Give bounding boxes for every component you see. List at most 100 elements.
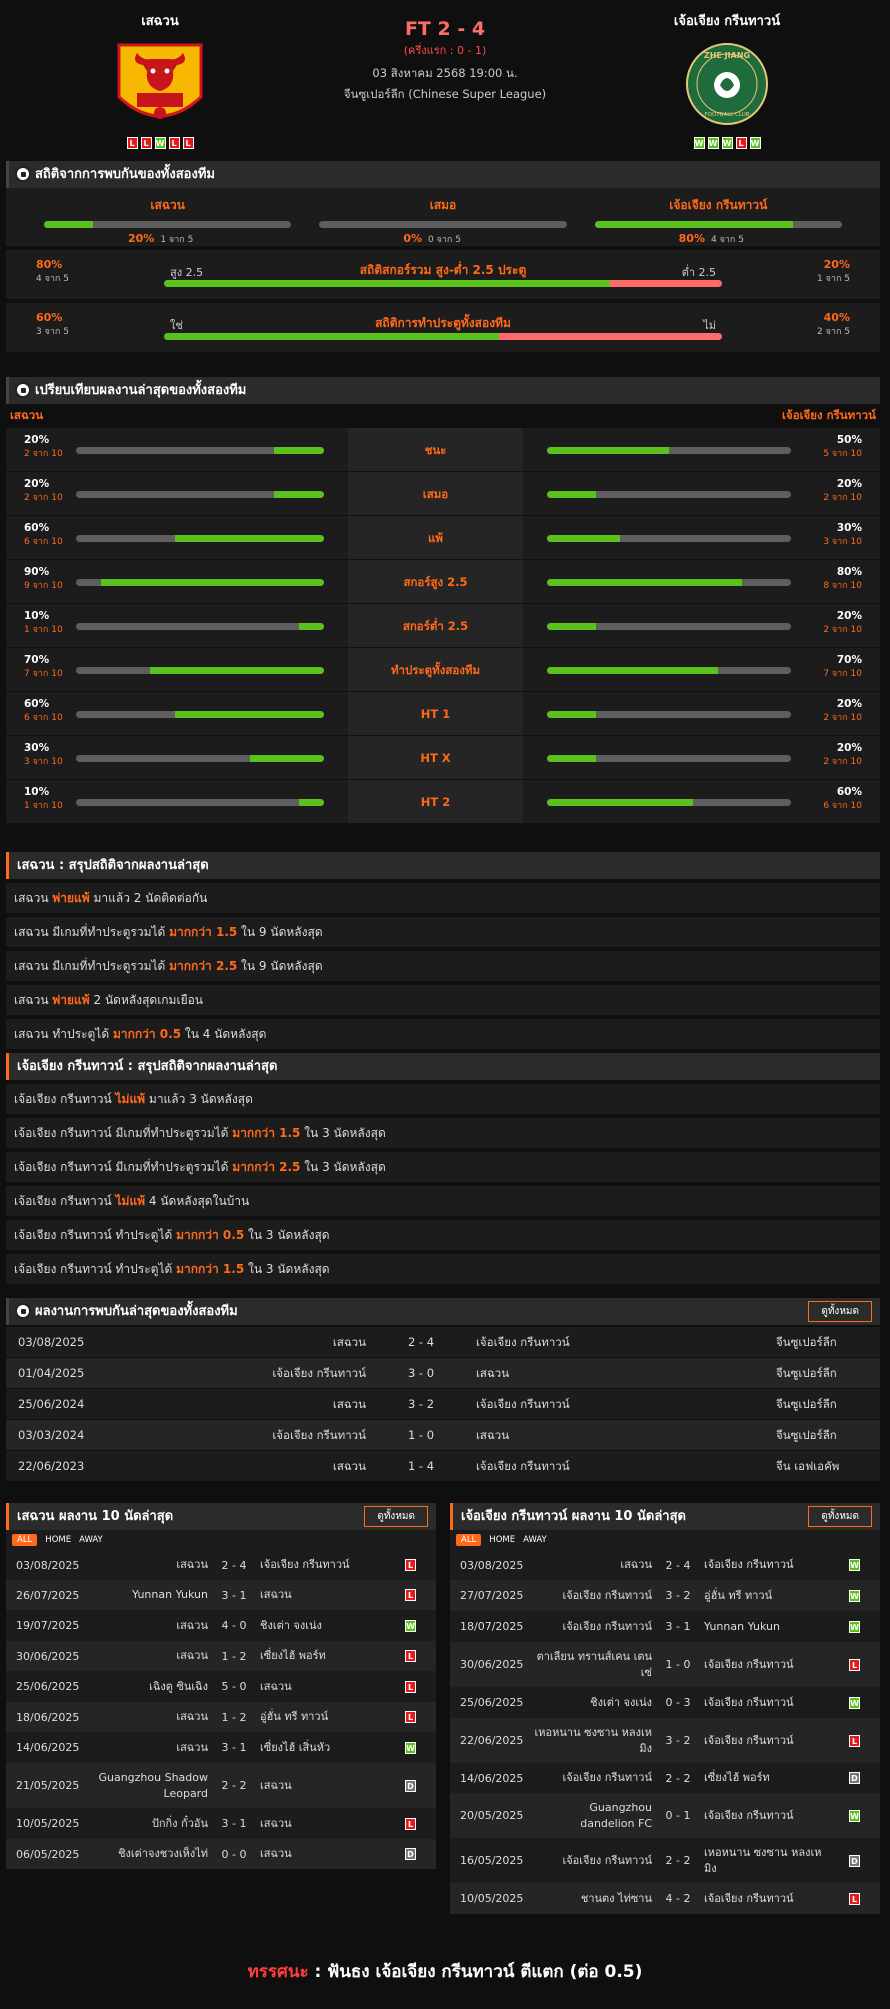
result-row[interactable]: 25/06/2025 เฉิงตู ซินเฉิง 5 - 0 เสฉวน L (6, 1671, 436, 1702)
result-away: เหอหนาน ซงซาน หลงเหมิง (704, 1846, 822, 1875)
result-home: ชานตง ไท่ซาน (580, 1891, 652, 1905)
filter-tabs: ALL HOME AWAY (6, 1530, 436, 1550)
result-row[interactable]: 14/06/2025 เสฉวน 3 - 1 เซี่ยงไฮ้ เสิ่นหัว W (6, 1732, 436, 1763)
away-stat-bar (523, 560, 795, 603)
view-all-button[interactable]: ดูทั้งหมด (808, 1506, 872, 1527)
result-row[interactable]: 25/06/2025 ชิงเต่า จงเน่ง 0 - 3 เจ้อเจียง ก… (450, 1687, 880, 1718)
home-bar-track (76, 755, 324, 762)
home-bar-fill (274, 491, 324, 498)
compare-row: 30% 3 จาก 10 HT X 20% 2 จาก 10 (6, 736, 880, 780)
result-home: ชิงเต่าจงชวงเห็งไท่ (118, 1847, 208, 1861)
result-score: 5 - 0 (221, 1680, 247, 1693)
view-all-button[interactable]: ดูทั้งหมด (808, 1301, 872, 1322)
meeting-date: 03/08/2025 (18, 1335, 85, 1349)
meeting-date: 01/04/2025 (18, 1366, 85, 1380)
home-stat-value: 10% 1 จาก 10 (6, 780, 76, 823)
result-row[interactable]: 22/06/2025 เหอหนาน ซงซาน หลงเหมิง 3 - 2 เจ้… (450, 1718, 880, 1763)
away-stat-value: 50% 5 จาก 10 (795, 428, 880, 471)
away-bar-track (547, 535, 791, 542)
meeting-home: เสฉวน (332, 1397, 366, 1411)
result-row[interactable]: 26/07/2025 Yunnan Yukun 3 - 1 เสฉวน L (6, 1580, 436, 1610)
summary-row: เสฉวน มีเกมที่ทำประตูรวมได้ มากกว่า 2.5 … (6, 951, 880, 981)
away-team-logo: ZHE JIANG FOOTBALL CLUB (684, 41, 770, 127)
home-bar-track (76, 579, 324, 586)
home-stat-bar (76, 604, 348, 647)
result-row[interactable]: 30/06/2025 เสฉวน 1 - 2 เซี่ยงไฮ้ พอร์ท L (6, 1641, 436, 1671)
tab-all[interactable]: ALL (12, 1534, 38, 1546)
away-team[interactable]: เจ้อเจียง กรีนทาวน์ ZHE JIANG FOOTBALL C… (627, 10, 827, 149)
home-last10-table: 03/08/2025 เสฉวน 2 - 4 เจ้อเจียง กรีนทาวน์ L… (6, 1550, 436, 1869)
meeting-row[interactable]: 03/03/2024 เจ้อเจียง กรีนทาวน์ 1 - 0 เสฉวน จ… (6, 1420, 880, 1450)
home-bar-track (76, 711, 324, 718)
result-score: 1 - 2 (221, 1649, 247, 1663)
home-stat-value: 60% 6 จาก 10 (6, 516, 76, 559)
result-row[interactable]: 16/05/2025 เจ้อเจียง กรีนทาวน์ 2 - 2 เหอหนา… (450, 1838, 880, 1883)
home-bar-fill (175, 711, 324, 718)
result-home: เสฉวน (176, 1618, 208, 1632)
result-row[interactable]: 30/06/2025 ตาเลียน ทรานส์เคน เตนเซ่ 1 - 0 เ… (450, 1642, 880, 1687)
home-stat-bar (76, 560, 348, 603)
meeting-row[interactable]: 22/06/2023 เสฉวน 1 - 4 เจ้อเจียง กรีนทาวน์ จ… (6, 1451, 880, 1481)
tab-home[interactable]: HOME (45, 1535, 71, 1545)
section-header: เสฉวน ผลงาน 10 นัดล่าสุด ดูทั้งหมด (6, 1503, 436, 1530)
result-date: 19/07/2025 (16, 1619, 80, 1632)
meeting-row[interactable]: 25/06/2024 เสฉวน 3 - 2 เจ้อเจียง กรีนทาวน์ จ… (6, 1389, 880, 1419)
away-summary-rows: เจ้อเจียง กรีนทาวน์ ไม่แพ้ มาแล้ว 3 นัดห… (6, 1084, 880, 1284)
tab-all[interactable]: ALL (456, 1534, 482, 1546)
result-away: เสฉวน (260, 1679, 292, 1693)
view-all-button[interactable]: ดูทั้งหมด (364, 1506, 428, 1527)
result-badge: W (405, 1741, 416, 1754)
away-stat-count: 2 จาก 10 (823, 713, 862, 723)
result-date: 27/07/2025 (460, 1589, 524, 1602)
result-home: เสฉวน (176, 1710, 208, 1724)
away-form-guide: WWWLW (627, 137, 827, 149)
result-badge: W (849, 1559, 860, 1571)
home-bar-track (76, 447, 324, 454)
result-row[interactable]: 10/05/2025 ชานตง ไท่ซาน 4 - 2 เจ้อเจียง กรี… (450, 1883, 880, 1914)
away-stat-value: 20% 2 จาก 10 (795, 604, 880, 647)
h2h-result-label: เจ้อเจียง กรีนทาวน์ (669, 198, 768, 212)
result-row[interactable]: 03/08/2025 เสฉวน 2 - 4 เจ้อเจียง กรีนทาวน์ W (450, 1550, 880, 1580)
result-row[interactable]: 20/05/2025 Guangzhou dandelion FC 0 - 1 เจ้… (450, 1793, 880, 1838)
result-row[interactable]: 14/06/2025 เจ้อเจียง กรีนทาวน์ 2 - 2 เซี่ยง… (450, 1763, 880, 1793)
away-bar-fill (547, 535, 621, 542)
summary-row: เจ้อเจียง กรีนทาวน์ ทำประตูได้ มากกว่า 1… (6, 1254, 880, 1284)
home-stat-count: 2 จาก 10 (24, 493, 63, 503)
result-row[interactable]: 18/07/2025 เจ้อเจียง กรีนทาวน์ 3 - 1 Yunnan… (450, 1611, 880, 1642)
home-stat-bar (76, 648, 348, 691)
result-row[interactable]: 03/08/2025 เสฉวน 2 - 4 เจ้อเจียง กรีนทาวน์ L (6, 1550, 436, 1580)
away-stat-bar (523, 736, 795, 779)
svg-text:FOOTBALL CLUB: FOOTBALL CLUB (704, 112, 749, 118)
away-stat-count: 7 จาก 10 (823, 669, 862, 679)
compare-row: 70% 7 จาก 10 ทำประตูทั้งสองทีม 70% 7 จาก 10 (6, 648, 880, 692)
meeting-date: 03/03/2024 (18, 1428, 85, 1442)
compare-row: 20% 2 จาก 10 ชนะ 50% 5 จาก 10 (6, 428, 880, 472)
section-header: เจ้อเจียง กรีนทาวน์ : สรุปสถิติจากผลงานล… (6, 1053, 880, 1080)
h2h-stats-section: สถิติจากการพบกันของทั้งสองทีม เสฉวน 20% 1 … (6, 161, 880, 352)
result-home: เสฉวน (620, 1558, 652, 1572)
result-date: 16/05/2025 (460, 1854, 524, 1867)
result-date: 26/07/2025 (16, 1588, 80, 1602)
meeting-score: 3 - 0 (407, 1366, 435, 1380)
result-row[interactable]: 21/05/2025 Guangzhou Shadow Leopard 2 - 2 เ… (6, 1763, 436, 1808)
league-name[interactable]: จีนซูเปอร์ลีก (Chinese Super League) (290, 86, 600, 104)
result-date: 14/06/2025 (460, 1771, 524, 1785)
result-row[interactable]: 19/07/2025 เสฉวน 4 - 0 ชิงเต่า จงเน่ง W (6, 1610, 436, 1641)
tab-home[interactable]: HOME (489, 1535, 515, 1545)
result-row[interactable]: 18/06/2025 เสฉวน 1 - 2 อู่ฮั่น ทรี ทาวน์ L (6, 1702, 436, 1732)
tab-away[interactable]: AWAY (79, 1535, 103, 1545)
home-stat-count: 1 จาก 10 (24, 801, 63, 811)
result-row[interactable]: 27/07/2025 เจ้อเจียง กรีนทาวน์ 3 - 2 อู่ฮั่… (450, 1580, 880, 1611)
result-date: 10/05/2025 (16, 1817, 80, 1830)
home-team[interactable]: เสฉวน LLWLL (60, 10, 260, 149)
under-pct: 20% 1 จาก 5 (817, 258, 850, 284)
home-last10-section: เสฉวน ผลงาน 10 นัดล่าสุด ดูทั้งหมด ALL HO… (6, 1503, 436, 1869)
tab-away[interactable]: AWAY (523, 1535, 547, 1545)
result-row[interactable]: 10/05/2025 ปักกิ่ง กั๋วอัน 3 - 1 เสฉวน L (6, 1808, 436, 1839)
meeting-row[interactable]: 03/08/2025 เสฉวน 2 - 4 เจ้อเจียง กรีนทาวน์ จ… (6, 1327, 880, 1357)
result-date: 10/05/2025 (460, 1892, 524, 1905)
meeting-row[interactable]: 01/04/2025 เจ้อเจียง กรีนทาวน์ 3 - 0 เสฉวน จ… (6, 1358, 880, 1388)
result-row[interactable]: 06/05/2025 ชิงเต่าจงชวงเห็งไท่ 0 - 0 เสฉวน D (6, 1839, 436, 1869)
result-date: 03/08/2025 (460, 1558, 524, 1572)
home-bar-fill (299, 623, 324, 630)
